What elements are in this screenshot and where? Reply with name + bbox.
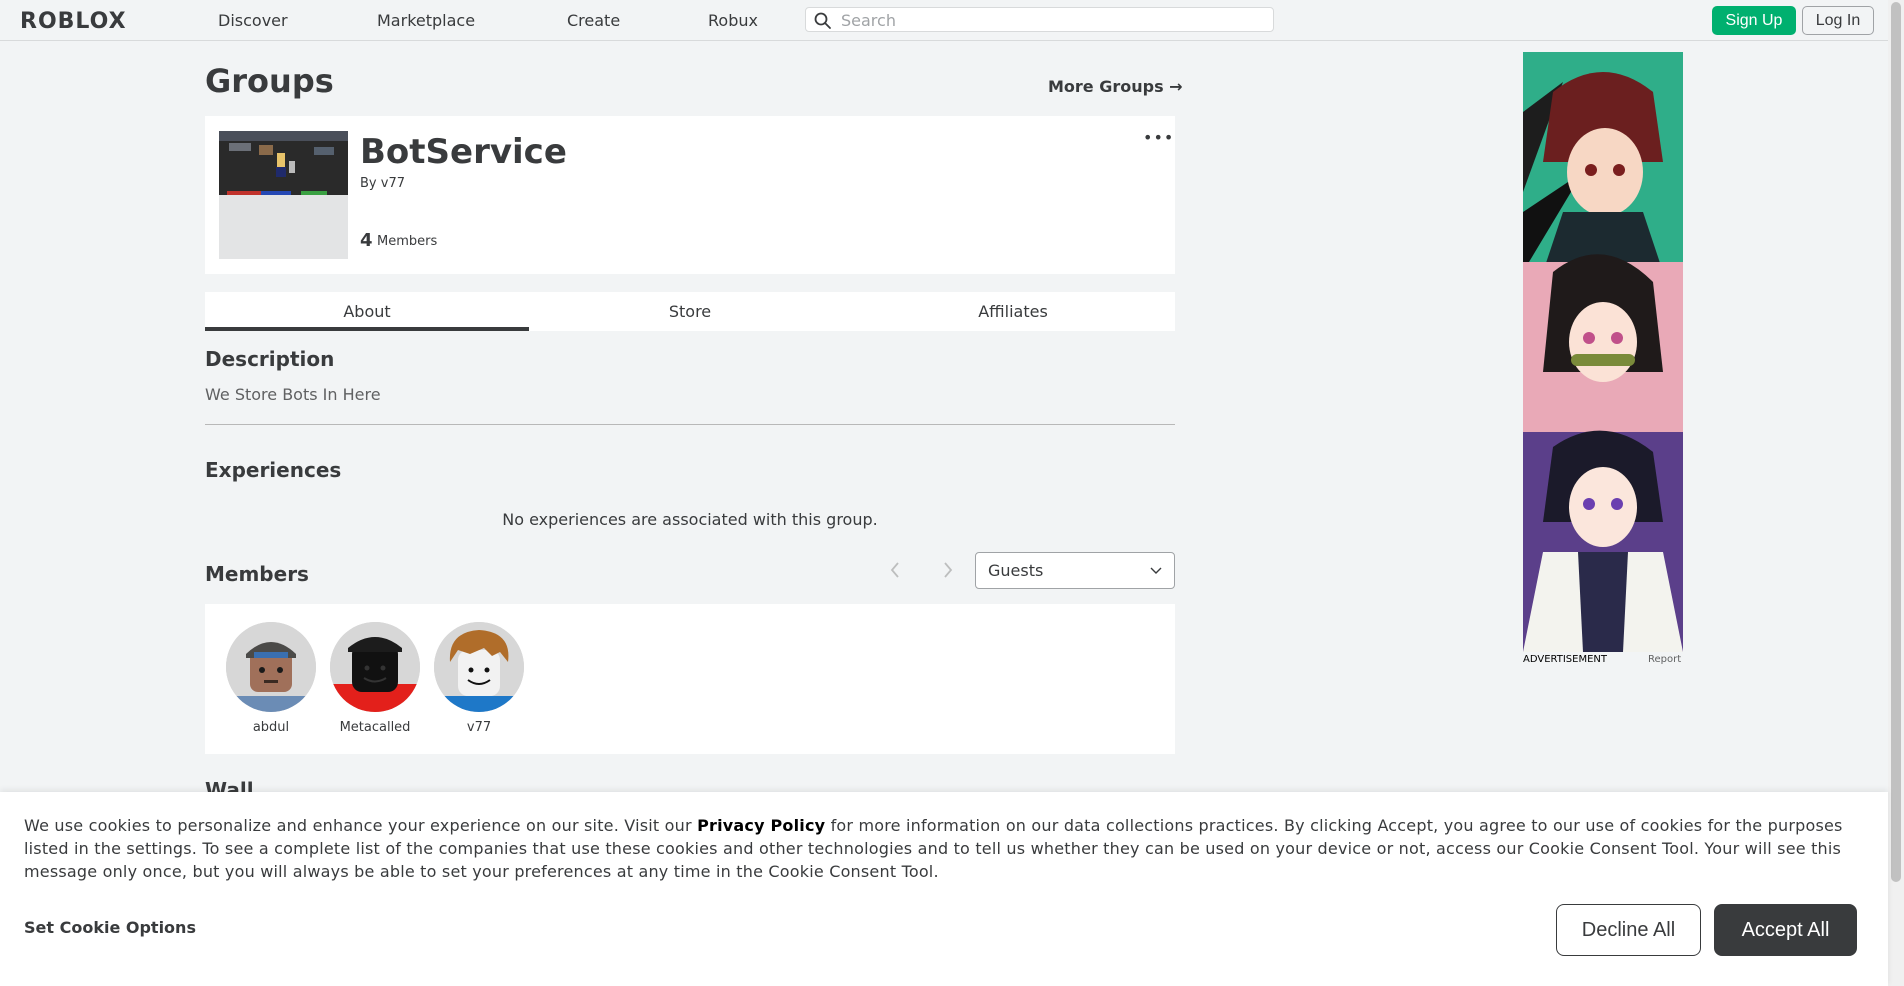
top-navigation-bar: ROBLOX Discover Marketplace Create Robux… <box>0 0 1888 41</box>
experiences-title: Experiences <box>205 458 342 482</box>
avatar[interactable] <box>330 622 420 712</box>
group-owner[interactable]: By v77 <box>360 176 405 191</box>
page-scrollbar[interactable] <box>1888 0 1904 986</box>
description-title: Description <box>205 347 335 371</box>
emblem-figures <box>229 143 334 177</box>
member-count-label: Members <box>377 234 438 249</box>
cookie-consent-banner: We use cookies to personalize and enhanc… <box>0 792 1888 986</box>
group-header-card: BotService By v77 4 Members ••• <box>205 116 1175 274</box>
member-name[interactable]: Metacalled <box>329 720 421 735</box>
nav-link-marketplace[interactable]: Marketplace <box>377 11 475 30</box>
member-item[interactable]: abdul <box>225 622 317 735</box>
group-emblem-image <box>219 131 348 259</box>
member-name[interactable]: abdul <box>225 720 317 735</box>
member-item[interactable]: Metacalled <box>329 622 421 735</box>
advertisement-artwork <box>1523 52 1683 652</box>
decline-all-button[interactable]: Decline All <box>1556 904 1701 956</box>
emblem-blue-bar <box>261 191 291 195</box>
more-groups-link[interactable]: More Groups → <box>1048 77 1183 96</box>
group-tabs: About Store Affiliates <box>205 292 1175 331</box>
search-input[interactable] <box>839 9 1263 31</box>
next-page-icon[interactable] <box>942 560 954 585</box>
avatar[interactable] <box>226 622 316 712</box>
search-box <box>805 7 1274 32</box>
nav-link-create[interactable]: Create <box>567 11 620 30</box>
member-count: 4 <box>360 230 373 251</box>
members-list: abdul Metacalled v77 <box>205 604 1175 754</box>
role-filter-value: Guests <box>988 561 1044 580</box>
advertisement-banner[interactable] <box>1523 52 1683 652</box>
description-text: We Store Bots In Here <box>205 385 381 404</box>
previous-page-icon[interactable] <box>889 560 901 585</box>
set-cookie-options-link[interactable]: Set Cookie Options <box>24 918 196 937</box>
tab-affiliates[interactable]: Affiliates <box>851 292 1175 331</box>
cookie-text-part: We use cookies to personalize and enhanc… <box>24 816 698 835</box>
section-divider <box>205 424 1175 425</box>
tab-store[interactable]: Store <box>529 292 851 331</box>
member-item[interactable]: v77 <box>433 622 525 735</box>
emblem-scene <box>219 131 348 195</box>
tab-about[interactable]: About <box>205 292 529 331</box>
chevron-down-icon <box>1150 567 1162 574</box>
group-name: BotService <box>360 132 567 172</box>
log-in-button[interactable]: Log In <box>1802 6 1874 35</box>
scrollbar-thumb[interactable] <box>1891 2 1901 882</box>
search-icon <box>814 12 831 29</box>
nav-link-robux[interactable]: Robux <box>708 11 758 30</box>
member-name[interactable]: v77 <box>433 720 525 735</box>
emblem-green-bar <box>301 191 327 195</box>
privacy-policy-link[interactable]: Privacy Policy <box>697 816 825 835</box>
roblox-logo[interactable]: ROBLOX <box>20 9 127 34</box>
page-title: Groups <box>205 62 334 100</box>
cookie-message: We use cookies to personalize and enhanc… <box>24 814 1864 883</box>
no-experiences-message: No experiences are associated with this … <box>502 510 878 529</box>
advertisement-label: ADVERTISEMENT <box>1523 654 1608 665</box>
sign-up-button[interactable]: Sign Up <box>1712 6 1796 35</box>
report-ad-link[interactable]: Report <box>1648 654 1681 665</box>
accept-all-button[interactable]: Accept All <box>1714 904 1857 956</box>
more-options-icon[interactable]: ••• <box>1143 128 1174 147</box>
members-title: Members <box>205 562 309 586</box>
avatar[interactable] <box>434 622 524 712</box>
emblem-red-bar <box>227 191 261 195</box>
nav-link-discover[interactable]: Discover <box>218 11 288 30</box>
role-filter-dropdown[interactable]: Guests <box>975 552 1175 589</box>
